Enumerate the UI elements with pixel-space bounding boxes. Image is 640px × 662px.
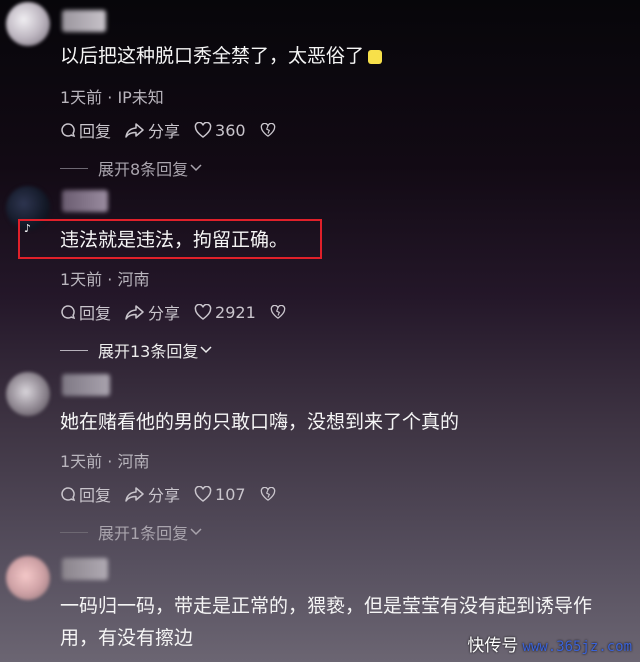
like-button[interactable]: 360 bbox=[194, 121, 246, 140]
chevron-down-icon bbox=[200, 346, 212, 354]
comment-actions: 回复 分享 360 bbox=[60, 118, 276, 142]
share-icon bbox=[125, 305, 144, 320]
comment-meta: 1天前 · IP未知 bbox=[60, 88, 164, 107]
comment-icon bbox=[61, 305, 76, 320]
reply-label: 回复 bbox=[79, 486, 112, 505]
like-count: 360 bbox=[215, 120, 246, 140]
divider bbox=[60, 167, 88, 169]
reply-button[interactable]: 回复 bbox=[60, 300, 111, 324]
broken-heart-icon bbox=[260, 487, 275, 501]
chevron-down-icon bbox=[190, 528, 202, 536]
username-blurred[interactable] bbox=[62, 374, 110, 396]
avatar[interactable] bbox=[6, 556, 50, 600]
chevron-down-icon bbox=[190, 164, 202, 172]
comment-icon bbox=[61, 123, 76, 138]
like-count: 107 bbox=[215, 484, 246, 504]
watermark: 快传号 www.365jz.com bbox=[467, 631, 632, 656]
reply-button[interactable]: 回复 bbox=[60, 482, 111, 506]
comment-text: 一码归一码，带走是正常的，猥亵，但是莹莹有没有起到诱导作 bbox=[60, 595, 593, 617]
comment-text: 以后把这种脱口秀全禁了，太恶俗了 bbox=[60, 40, 383, 72]
heart-icon bbox=[194, 304, 212, 320]
comment-text: 违法就是违法，拘留正确。 bbox=[60, 229, 289, 251]
divider bbox=[60, 349, 88, 351]
share-button[interactable]: 分享 bbox=[125, 118, 180, 142]
username-blurred[interactable] bbox=[62, 190, 108, 212]
expand-label: 展开8条回复 bbox=[98, 160, 189, 179]
like-button[interactable]: 107 bbox=[194, 485, 246, 504]
share-icon bbox=[125, 487, 144, 502]
reply-label: 回复 bbox=[79, 122, 112, 141]
share-button[interactable]: 分享 bbox=[125, 300, 180, 324]
share-label: 分享 bbox=[148, 122, 181, 141]
comment-actions: 回复 分享 2921 bbox=[60, 300, 286, 324]
dislike-button[interactable] bbox=[270, 305, 286, 319]
broken-heart-icon bbox=[260, 123, 275, 137]
comment-meta: 1天前 · 河南 bbox=[60, 452, 150, 471]
dislike-button[interactable] bbox=[260, 123, 276, 137]
expand-label: 展开13条回复 bbox=[98, 342, 199, 361]
heart-icon bbox=[194, 122, 212, 138]
comment-meta: 1天前 · 河南 bbox=[60, 270, 150, 289]
reply-button[interactable]: 回复 bbox=[60, 118, 111, 142]
avatar[interactable] bbox=[6, 2, 50, 46]
expand-replies-button[interactable]: 展开8条回复 bbox=[60, 156, 202, 180]
watermark-url: www.365jz.com bbox=[522, 639, 632, 655]
heart-icon bbox=[194, 486, 212, 502]
comment-text-content: 以后把这种脱口秀全禁了，太恶俗了 bbox=[60, 45, 365, 67]
avatar[interactable] bbox=[6, 372, 50, 416]
reply-label: 回复 bbox=[79, 304, 112, 323]
share-label: 分享 bbox=[148, 304, 181, 323]
watermark-prefix: 快传号 bbox=[467, 636, 519, 656]
like-count: 2921 bbox=[215, 302, 256, 322]
comment-text-line2: 用，有没有擦边 bbox=[60, 627, 194, 649]
divider bbox=[60, 531, 88, 533]
expand-replies-button[interactable]: 展开13条回复 bbox=[60, 338, 212, 362]
username-blurred[interactable] bbox=[62, 10, 106, 32]
comment-text: 她在赌看他的男的只敢口嗨，没想到来了个真的 bbox=[60, 411, 460, 433]
broken-heart-icon bbox=[270, 305, 286, 319]
share-label: 分享 bbox=[148, 486, 181, 505]
like-button[interactable]: 2921 bbox=[194, 303, 256, 322]
expand-label: 展开1条回复 bbox=[98, 524, 189, 543]
expand-replies-button[interactable]: 展开1条回复 bbox=[60, 520, 202, 544]
username-blurred[interactable] bbox=[62, 558, 108, 580]
emoji-icon bbox=[368, 49, 383, 64]
share-icon bbox=[125, 123, 144, 138]
dislike-button[interactable] bbox=[260, 487, 276, 501]
comment-icon bbox=[61, 487, 76, 502]
comment-actions: 回复 分享 107 bbox=[60, 482, 276, 506]
share-button[interactable]: 分享 bbox=[125, 482, 180, 506]
